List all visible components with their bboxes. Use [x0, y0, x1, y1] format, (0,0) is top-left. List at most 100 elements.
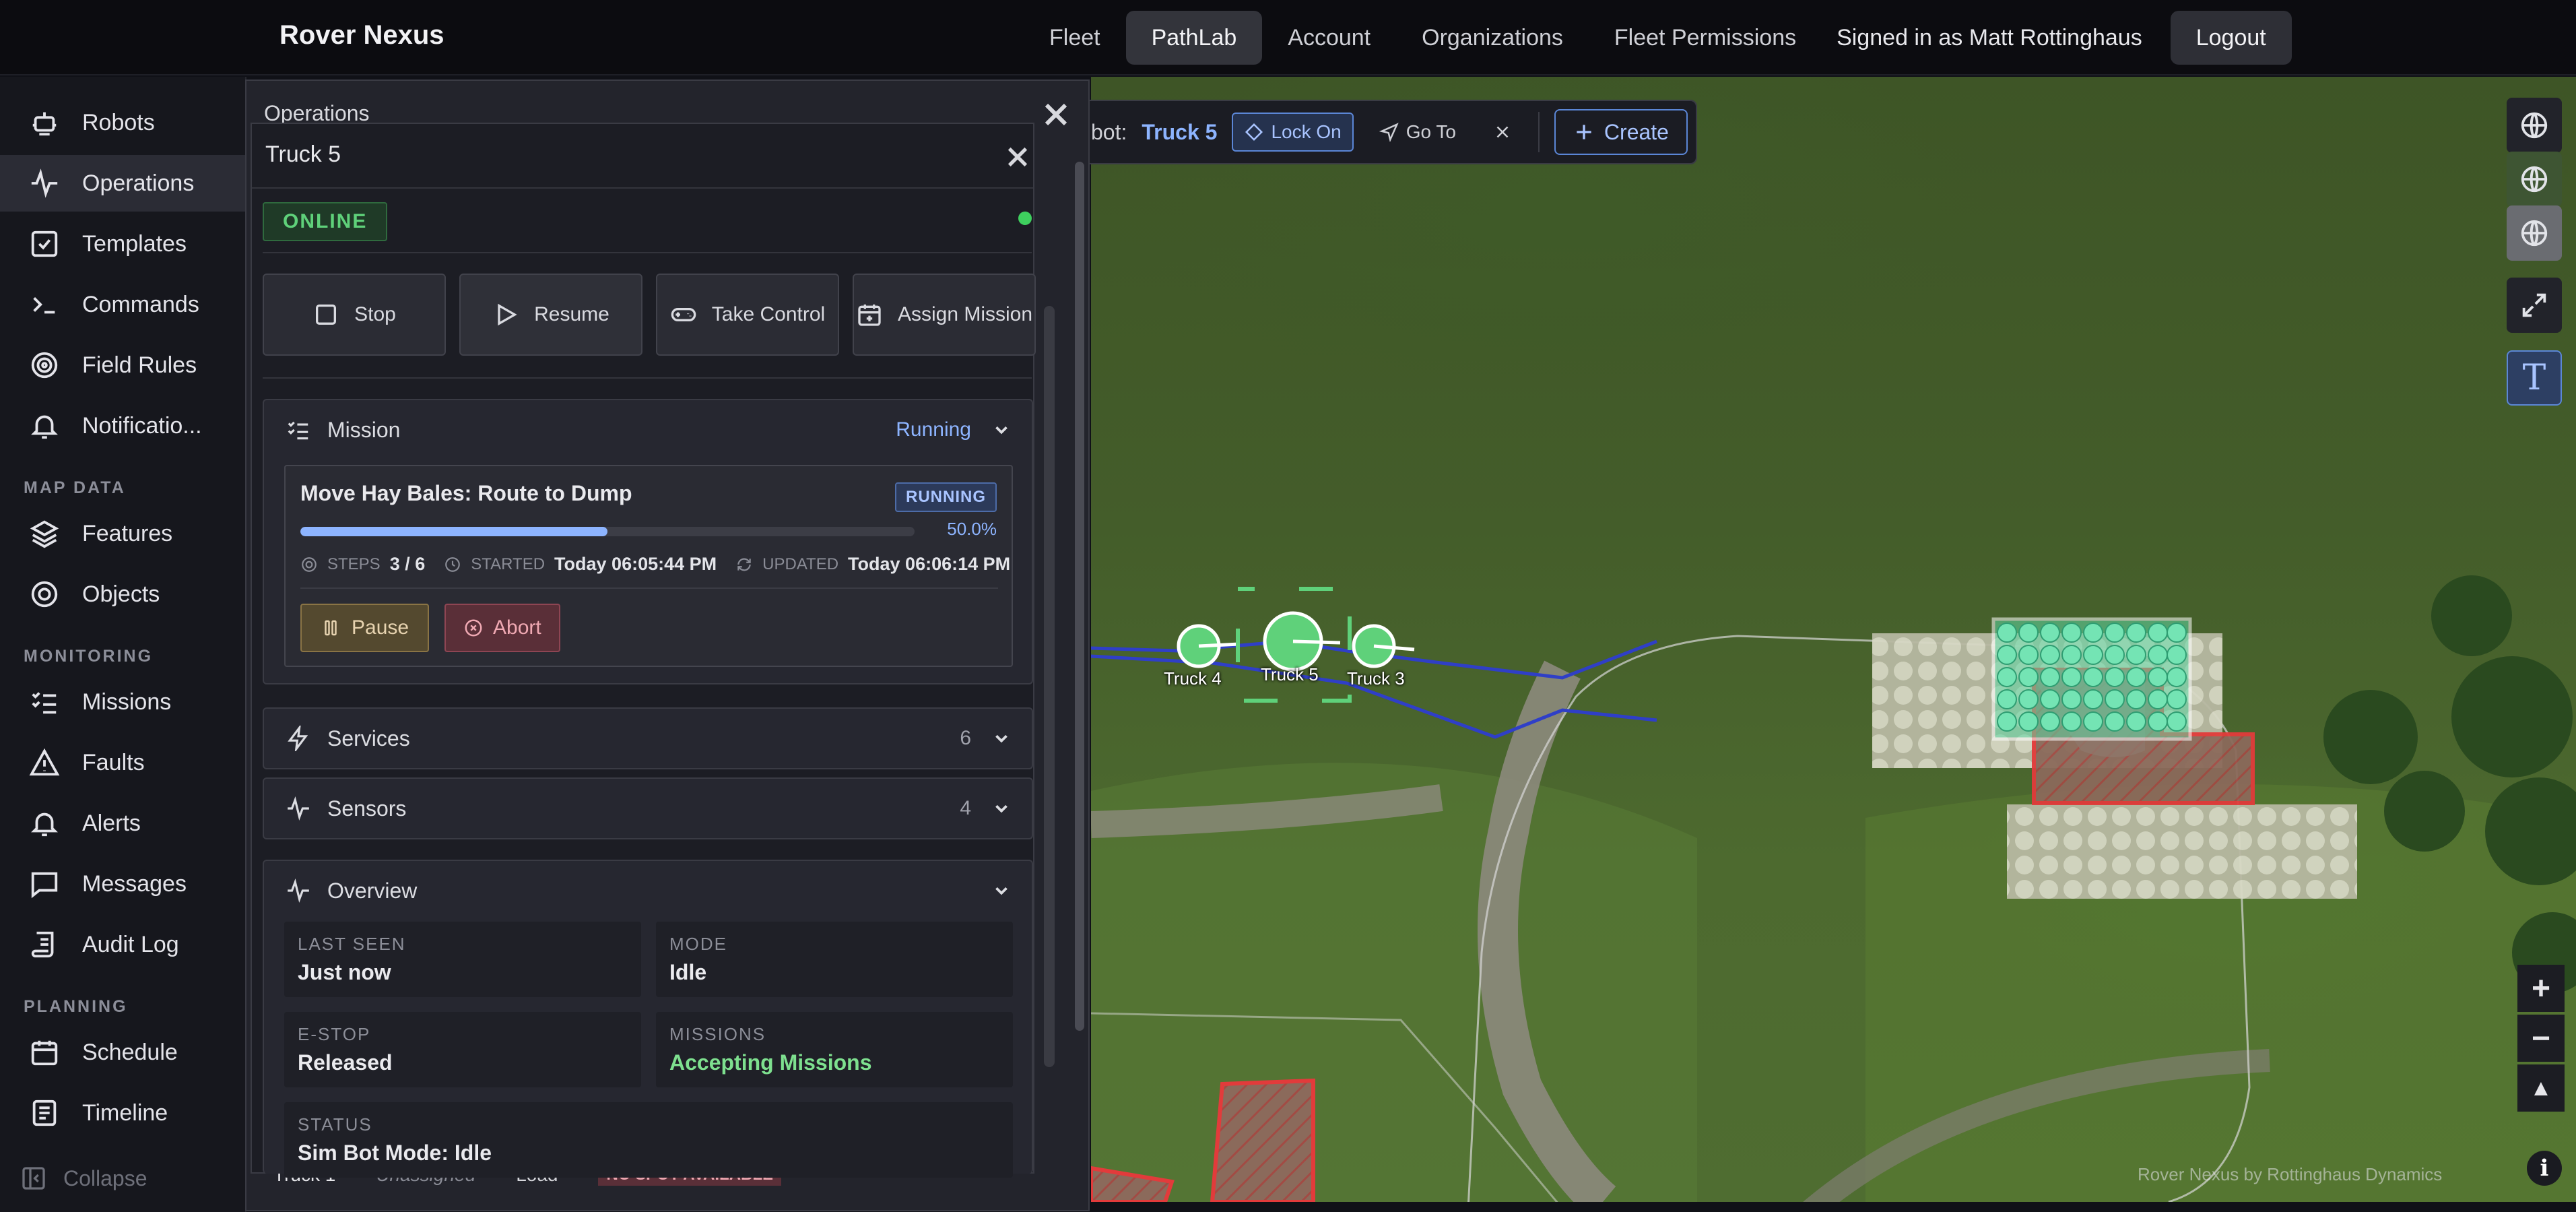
missions-cell: MISSIONS Accepting Missions	[656, 1012, 1013, 1087]
crosshair-icon	[1245, 123, 1263, 141]
sidebar-item-messages[interactable]: Messages	[0, 856, 246, 912]
nav-pathlab[interactable]: PathLab	[1125, 11, 1263, 65]
app-title[interactable]: Rover Nexus	[279, 20, 444, 51]
info-button[interactable]: i	[2527, 1151, 2562, 1186]
clear-robot-button[interactable]	[1482, 113, 1523, 152]
sidebar-item-timeline[interactable]: Timeline	[0, 1085, 246, 1141]
layers-icon	[27, 516, 62, 551]
sidebar-item-commands[interactable]: Commands	[0, 276, 246, 333]
robot-detail-panel: Truck 5 ONLINE Stop Resume Take Control …	[251, 123, 1055, 1178]
nav-fleet[interactable]: Fleet	[1024, 11, 1126, 65]
globe-icon	[2521, 112, 2548, 139]
sidebar-item-audit-log[interactable]: Audit Log	[0, 916, 246, 973]
take-control-button[interactable]: Take Control	[656, 274, 839, 356]
mission-state: Running	[896, 418, 1012, 441]
operations-close-button[interactable]	[1040, 98, 1072, 131]
compass-button[interactable]: ▲	[2517, 1064, 2565, 1112]
sidebar-item-label: Alerts	[82, 810, 141, 836]
nav-organizations[interactable]: Organizations	[1396, 11, 1589, 65]
sidebar-item-schedule[interactable]: Schedule	[0, 1024, 246, 1081]
fullscreen-button[interactable]	[2507, 278, 2562, 333]
robot-detail-close-button[interactable]	[1003, 143, 1032, 174]
sidebar-item-label: Robots	[82, 109, 155, 135]
globe-satellite-button[interactable]	[2507, 152, 2562, 207]
overview-card-header[interactable]: Overview	[264, 861, 1032, 920]
divider	[263, 252, 1032, 253]
sensors-label: Sensors	[327, 796, 407, 821]
create-button[interactable]: Create	[1554, 109, 1688, 155]
assign-mission-button[interactable]: Assign Mission	[853, 274, 1036, 356]
zoom-in-button[interactable]: +	[2517, 965, 2565, 1012]
take-control-label: Take Control	[711, 302, 826, 325]
abort-button[interactable]: Abort	[444, 604, 560, 652]
mission-name: Move Hay Bales: Route to Dump	[300, 481, 632, 505]
pause-icon	[325, 620, 337, 636]
services-card-header[interactable]: Services 6	[264, 709, 1032, 768]
robot-detail-scrollbar[interactable]	[1044, 306, 1055, 1067]
status-badge: ONLINE	[263, 202, 388, 241]
sidebar-item-templates[interactable]: Templates	[0, 216, 246, 272]
updated-value: Today 06:06:14 PM	[848, 554, 1011, 574]
collapse-icon	[22, 1167, 45, 1190]
section-planning: PLANNING	[24, 997, 128, 1016]
map-canvas[interactable]	[1091, 77, 2576, 1202]
sidebar-item-features[interactable]: Features	[0, 505, 246, 562]
sidebar-item-label: Field Rules	[82, 352, 197, 378]
calendar-icon	[27, 1035, 62, 1070]
sensors-card-header[interactable]: Sensors 4	[264, 779, 1032, 838]
last-seen-key: LAST SEEN	[298, 934, 406, 954]
divider	[300, 587, 998, 589]
pause-button[interactable]: Pause	[300, 604, 430, 652]
services-card[interactable]: Services 6	[263, 707, 1033, 769]
zoom-out-button[interactable]: −	[2517, 1015, 2565, 1062]
sidebar-item-label: Audit Log	[82, 931, 179, 957]
sidebar-item-objects[interactable]: Objects	[0, 566, 246, 623]
sidebar-item-robots[interactable]: Robots	[0, 94, 246, 151]
sidebar-item-label: Commands	[82, 291, 199, 317]
sidebar-item-notifications[interactable]: Notificatio...	[0, 397, 246, 454]
sidebar-item-faults[interactable]: Faults	[0, 734, 246, 791]
selected-robot-name[interactable]: Truck 5	[1142, 120, 1217, 145]
logout-button[interactable]: Logout	[2170, 11, 2292, 65]
sidebar-item-missions[interactable]: Missions	[0, 674, 246, 730]
sidebar-item-alerts[interactable]: Alerts	[0, 795, 246, 852]
scroll-icon	[27, 927, 62, 962]
lock-on-button[interactable]: Lock On	[1232, 113, 1354, 152]
sidebar-item-label: Missions	[82, 689, 172, 715]
robot-label-truck-5: Truck 5	[1261, 664, 1319, 684]
activity-icon	[288, 879, 309, 903]
stop-button[interactable]: Stop	[263, 274, 446, 356]
estop-key: E-STOP	[298, 1024, 371, 1044]
nav-links: Fleet PathLab Account Organizations Flee…	[1024, 11, 2292, 65]
sensors-count-value: 4	[960, 797, 971, 819]
globe-terrain-button[interactable]	[2507, 205, 2562, 261]
lock-on-label: Lock On	[1271, 121, 1342, 142]
sidebar-item-operations[interactable]: Operations	[0, 155, 246, 212]
robot-detail-header: Truck 5	[252, 124, 1033, 189]
resume-button[interactable]: Resume	[459, 274, 642, 356]
map-view[interactable]: Truck 4 Truck 5 Truck 3	[1091, 77, 2576, 1202]
object-icon	[27, 577, 62, 612]
mission-card-header[interactable]: Mission Running	[264, 400, 1032, 459]
square-icon	[316, 305, 337, 325]
nav-account[interactable]: Account	[1262, 11, 1396, 65]
mission-progress-percent: 50.0%	[947, 519, 997, 539]
sidebar-item-field-rules[interactable]: Field Rules	[0, 337, 246, 393]
abort-label: Abort	[493, 616, 541, 639]
globe-icon	[2521, 166, 2548, 193]
checkbox-icon	[27, 226, 62, 261]
nav-fleet-permissions[interactable]: Fleet Permissions	[1589, 11, 1822, 65]
go-to-button[interactable]: Go To	[1368, 113, 1467, 152]
robot-marker-truck-4[interactable]	[1177, 624, 1240, 668]
sidebar-item-label: Schedule	[82, 1039, 178, 1065]
robot-marker-truck-3[interactable]	[1352, 624, 1415, 668]
globe-layer-button[interactable]	[2507, 98, 2562, 153]
steps-icon	[302, 556, 317, 572]
overview-toggle	[991, 881, 1012, 901]
expand-icon	[2522, 293, 2546, 317]
activity-icon	[27, 166, 62, 201]
collapse-button[interactable]: Collapse	[20, 1165, 147, 1192]
text-tool-button[interactable]: T	[2507, 350, 2562, 406]
sensors-card[interactable]: Sensors 4	[263, 777, 1033, 839]
operations-scrollbar[interactable]	[1075, 162, 1084, 1031]
